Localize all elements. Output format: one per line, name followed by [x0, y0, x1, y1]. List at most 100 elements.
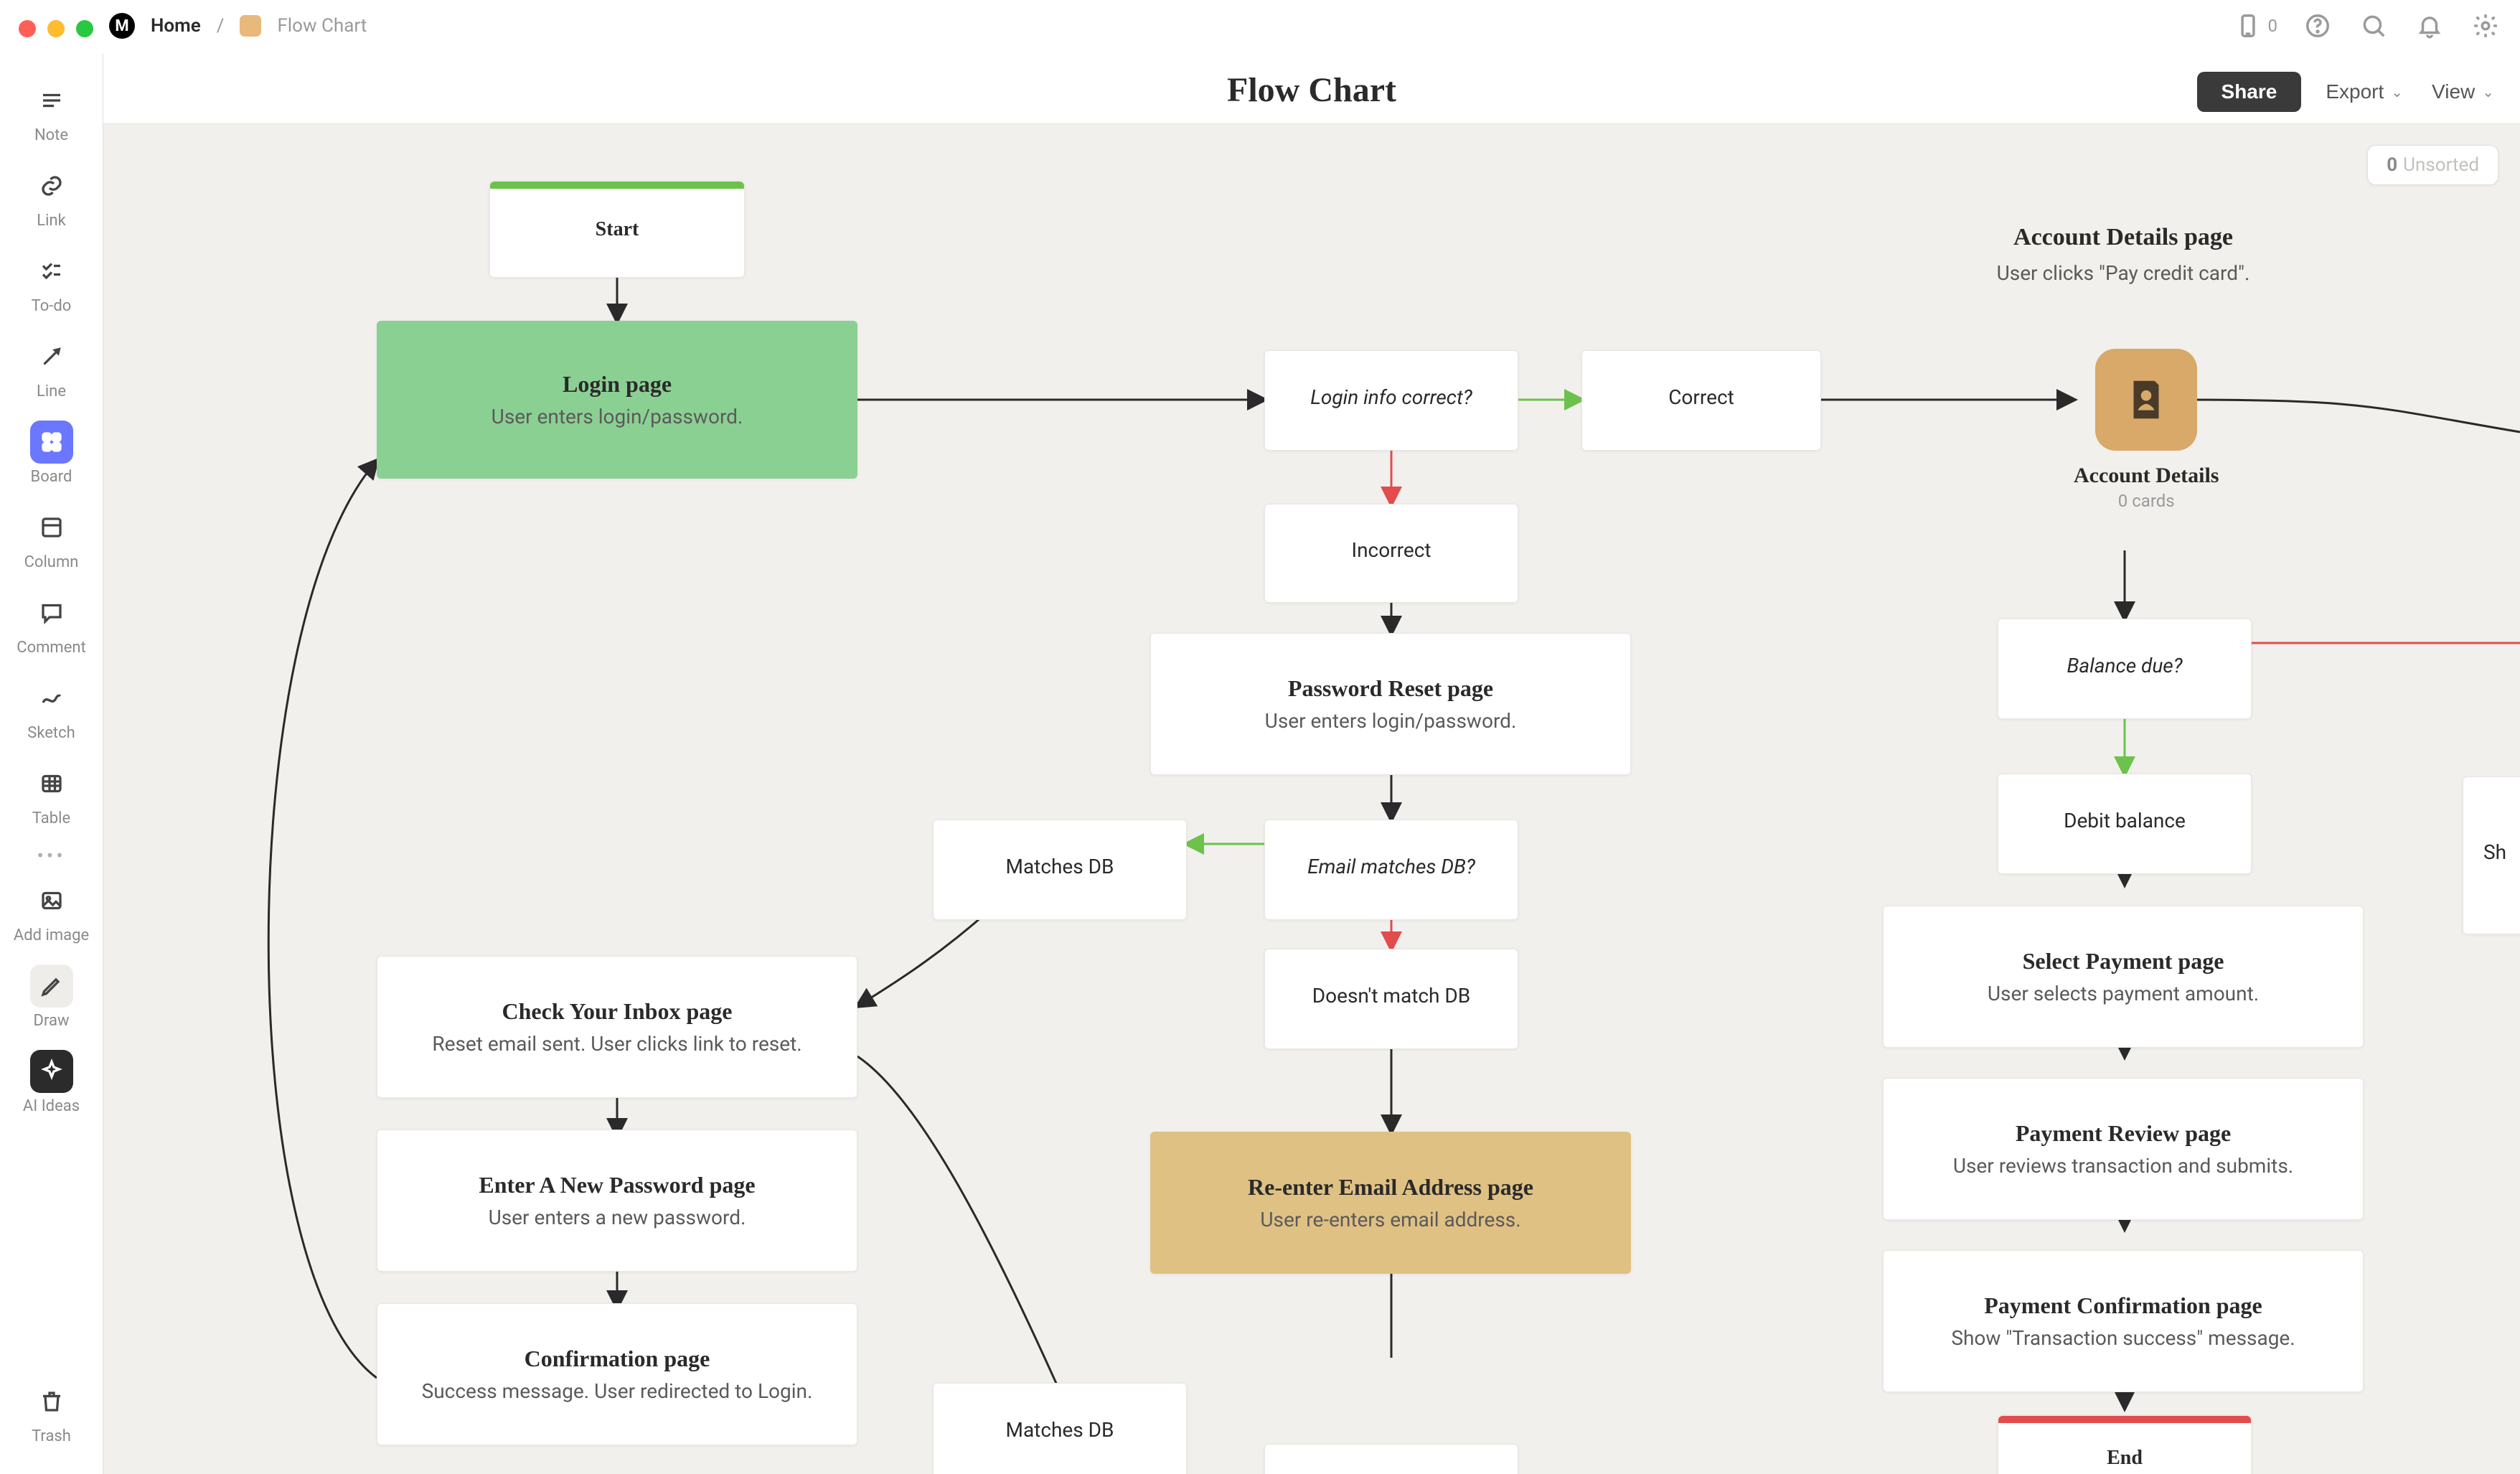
share-button[interactable]: Share [2197, 72, 2302, 112]
bell-icon[interactable] [2414, 10, 2445, 42]
node-sub: Success message. User redirected to Logi… [422, 1379, 813, 1403]
export-menu[interactable]: Export ⌄ [2321, 80, 2407, 104]
node-email-question[interactable]: Email matches DB? [1264, 820, 1518, 920]
tool-more-icon[interactable]: ••• [30, 852, 73, 859]
node-sub: User reviews transaction and submits. [1953, 1154, 2293, 1178]
node-confirmation[interactable]: Confirmation page Success message. User … [377, 1303, 857, 1445]
node-title: Debit balance [2064, 809, 2186, 832]
node-title: Matches DB [1006, 855, 1114, 878]
tool-note-label: Note [34, 126, 68, 144]
tool-sketch-label: Sketch [27, 724, 75, 742]
node-account-details-board[interactable]: Account Details 0 cards [2074, 349, 2219, 511]
node-password-reset[interactable]: Password Reset page User enters login/pa… [1150, 633, 1631, 775]
node-sub: Reset email sent. User clicks link to re… [432, 1032, 801, 1056]
node-partial-bottom[interactable] [1264, 1444, 1518, 1474]
node-debit-balance[interactable]: Debit balance [1998, 774, 2252, 874]
node-accent-bar [1998, 1416, 2251, 1423]
unsorted-pill[interactable]: 0Unsorted [2367, 145, 2498, 185]
tool-trash-label: Trash [32, 1427, 71, 1445]
node-title: Correct [1668, 385, 1734, 409]
app-logo-icon[interactable]: M [109, 13, 135, 39]
node-payment-review[interactable]: Payment Review page User reviews transac… [1883, 1078, 2364, 1220]
tool-board-label: Board [31, 468, 72, 486]
node-matches-db-1[interactable]: Matches DB [933, 820, 1187, 920]
node-account-header[interactable]: Account Details page User clicks "Pay cr… [1883, 224, 2364, 285]
node-title: Re-enter Email Address page [1248, 1174, 1533, 1201]
device-icon [2232, 10, 2264, 42]
node-select-payment[interactable]: Select Payment page User selects payment… [1883, 906, 2364, 1048]
gear-icon[interactable] [2470, 10, 2501, 42]
node-doesnt-match[interactable]: Doesn't match DB [1264, 949, 1518, 1049]
tool-note[interactable]: Note [0, 79, 103, 144]
node-title: Balance due? [2067, 654, 2182, 677]
node-check-inbox[interactable]: Check Your Inbox page Reset email sent. … [377, 956, 857, 1098]
doc-color-chip-icon [240, 15, 261, 37]
node-title: Payment Confirmation page [1984, 1292, 2262, 1319]
tool-column[interactable]: Column [0, 506, 103, 571]
node-title: Select Payment page [2023, 948, 2224, 975]
node-login[interactable]: Login page User enters login/password. [377, 321, 857, 479]
node-title: Login info correct? [1310, 385, 1472, 409]
board-icon [30, 421, 73, 464]
left-toolbar: Note Link To-do Line Board Column Commen… [0, 53, 103, 1474]
image-icon [30, 879, 73, 922]
node-end[interactable]: End [1998, 1415, 2252, 1474]
node-title: Start [596, 218, 639, 241]
node-incorrect[interactable]: Incorrect [1264, 504, 1518, 603]
link-icon [30, 164, 73, 207]
node-sub: 0 cards [2118, 491, 2175, 511]
node-title: Confirmation page [525, 1346, 710, 1372]
window-titlebar: M Home / Flow Chart 0 [0, 0, 2520, 54]
tool-board[interactable]: Board [0, 421, 103, 486]
node-balance-question[interactable]: Balance due? [1998, 619, 2252, 719]
close-window-icon[interactable] [19, 20, 36, 37]
doc-header: Flow Chart Share Export ⌄ View ⌄ [103, 53, 2520, 124]
node-sub: User enters a new password. [489, 1206, 746, 1229]
node-login-question[interactable]: Login info correct? [1264, 350, 1518, 451]
minimize-window-icon[interactable] [47, 20, 65, 37]
node-title: Sh [2483, 840, 2506, 864]
node-title: Check Your Inbox page [502, 998, 733, 1025]
column-icon [30, 506, 73, 549]
tool-todo[interactable]: To-do [0, 250, 103, 315]
breadcrumb-home[interactable]: Home [151, 15, 201, 37]
todo-icon [30, 250, 73, 293]
tool-link-label: Link [37, 212, 66, 230]
node-new-password[interactable]: Enter A New Password page User enters a … [377, 1130, 857, 1272]
node-correct[interactable]: Correct [1581, 350, 1821, 451]
node-sub: User selects payment amount. [1988, 982, 2259, 1005]
sparkle-icon [30, 1050, 73, 1093]
node-payment-confirmation[interactable]: Payment Confirmation page Show "Transact… [1883, 1250, 2364, 1392]
tool-comment-label: Comment [17, 639, 85, 657]
tool-ai-label: AI Ideas [23, 1097, 80, 1115]
search-icon[interactable] [2358, 10, 2389, 42]
breadcrumb-doc[interactable]: Flow Chart [277, 15, 367, 37]
tool-draw-label: Draw [34, 1012, 70, 1030]
tool-comment[interactable]: Comment [0, 591, 103, 657]
tool-table-label: Table [32, 809, 70, 827]
tool-add-image[interactable]: Add image [0, 879, 103, 944]
node-sh-partial[interactable]: Sh [2463, 776, 2520, 934]
tool-table[interactable]: Table [0, 762, 103, 827]
comment-icon [30, 591, 73, 634]
node-title: Login page [563, 371, 672, 398]
node-title: Doesn't match DB [1312, 984, 1470, 1008]
tool-sketch[interactable]: Sketch [0, 677, 103, 742]
zoom-window-icon[interactable] [76, 20, 93, 37]
export-label: Export [2326, 80, 2384, 103]
tool-link[interactable]: Link [0, 164, 103, 230]
node-title: Payment Review page [2016, 1120, 2231, 1147]
node-reenter-email[interactable]: Re-enter Email Address page User re-ente… [1150, 1132, 1631, 1274]
tool-line[interactable]: Line [0, 335, 103, 400]
help-icon[interactable] [2302, 10, 2333, 42]
page-title[interactable]: Flow Chart [1227, 70, 1396, 110]
devices-badge[interactable]: 0 [2232, 10, 2278, 42]
canvas[interactable]: 0Unsorted [103, 123, 2520, 1474]
tool-ai-ideas[interactable]: AI Ideas [0, 1050, 103, 1115]
node-start[interactable]: Start [489, 181, 745, 278]
tool-draw[interactable]: Draw [0, 964, 103, 1030]
tool-trash[interactable]: Trash [0, 1380, 103, 1445]
chevron-down-icon: ⌄ [2482, 83, 2494, 101]
node-matches-db-2[interactable]: Matches DB [933, 1383, 1187, 1474]
view-menu[interactable]: View ⌄ [2427, 80, 2498, 104]
